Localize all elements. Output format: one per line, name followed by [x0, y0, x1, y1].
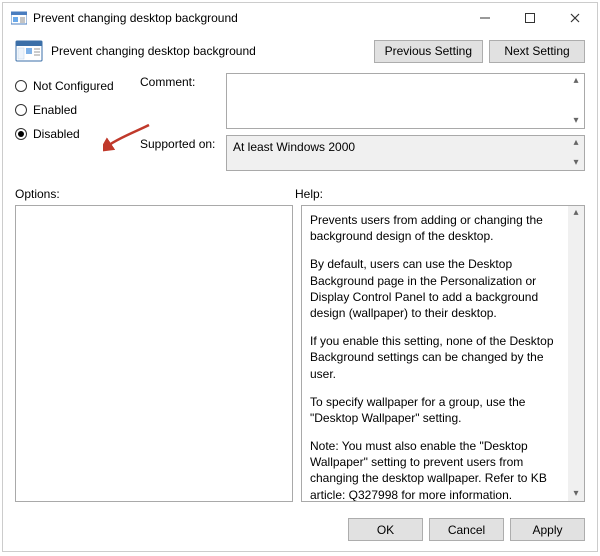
help-label: Help: [295, 187, 323, 201]
help-paragraph: Note: You must also enable the "Desktop … [310, 438, 564, 501]
scroll-down-icon: ▾ [573, 158, 578, 168]
window-controls [462, 3, 597, 33]
apply-button[interactable]: Apply [510, 518, 585, 541]
comment-label: Comment: [140, 73, 220, 89]
supported-on-box: At least Windows 2000 ▴ ▾ [226, 135, 585, 171]
radio-label: Disabled [33, 127, 80, 141]
radio-disabled[interactable]: Disabled [15, 127, 130, 141]
next-setting-button[interactable]: Next Setting [489, 40, 585, 63]
policy-icon [11, 10, 27, 26]
cancel-button[interactable]: Cancel [429, 518, 504, 541]
scroll-up-icon: ▴ [573, 208, 578, 218]
header-title: Prevent changing desktop background [51, 44, 256, 58]
radio-label: Enabled [33, 103, 77, 117]
scrollbar[interactable]: ▴ ▾ [568, 74, 584, 128]
comment-input[interactable]: ▴ ▾ [226, 73, 585, 129]
comment-row: Comment: ▴ ▾ [140, 73, 585, 129]
scroll-up-icon: ▴ [573, 76, 578, 86]
supported-on-value: At least Windows 2000 [227, 136, 584, 158]
scroll-up-icon: ▴ [573, 138, 578, 148]
scroll-down-icon: ▾ [573, 489, 578, 499]
supported-row: Supported on: At least Windows 2000 ▴ ▾ [140, 135, 585, 171]
policy-large-icon [15, 39, 43, 63]
close-button[interactable] [552, 3, 597, 33]
header: Prevent changing desktop background Prev… [3, 33, 597, 73]
titlebar: Prevent changing desktop background [3, 3, 597, 33]
radio-circle-checked-icon [15, 128, 27, 140]
radio-not-configured[interactable]: Not Configured [15, 79, 130, 93]
radio-enabled[interactable]: Enabled [15, 103, 130, 117]
scrollbar[interactable]: ▴ ▾ [568, 206, 584, 501]
help-pane: Prevents users from adding or changing t… [301, 205, 585, 502]
supported-label: Supported on: [140, 135, 220, 151]
help-paragraph: If you enable this setting, none of the … [310, 333, 564, 382]
previous-setting-button[interactable]: Previous Setting [374, 40, 483, 63]
help-text: Prevents users from adding or changing t… [302, 206, 584, 501]
radio-circle-icon [15, 104, 27, 116]
policy-editor-window: Prevent changing desktop background Prev… [2, 2, 598, 552]
radio-circle-icon [15, 80, 27, 92]
panes: Prevents users from adding or changing t… [3, 205, 597, 510]
help-paragraph: By default, users can use the Desktop Ba… [310, 256, 564, 321]
titlebar-left: Prevent changing desktop background [11, 10, 238, 26]
options-label: Options: [15, 187, 295, 201]
nav-buttons: Previous Setting Next Setting [374, 40, 585, 63]
dialog-footer: OK Cancel Apply [3, 510, 597, 551]
maximize-button[interactable] [507, 3, 552, 33]
help-paragraph: Prevents users from adding or changing t… [310, 212, 564, 244]
fields: Comment: ▴ ▾ Supported on: At least Wind… [140, 73, 585, 171]
help-paragraph: To specify wallpaper for a group, use th… [310, 394, 564, 426]
section-labels: Options: Help: [3, 179, 597, 205]
radio-label: Not Configured [33, 79, 114, 93]
window-title: Prevent changing desktop background [33, 11, 238, 25]
options-pane [15, 205, 293, 502]
scroll-down-icon: ▾ [573, 116, 578, 126]
ok-button[interactable]: OK [348, 518, 423, 541]
state-radiogroup: Not Configured Enabled Disabled [15, 73, 130, 171]
scrollbar[interactable]: ▴ ▾ [568, 136, 584, 170]
minimize-button[interactable] [462, 3, 507, 33]
config-area: Not Configured Enabled Disabled Comment [3, 73, 597, 179]
